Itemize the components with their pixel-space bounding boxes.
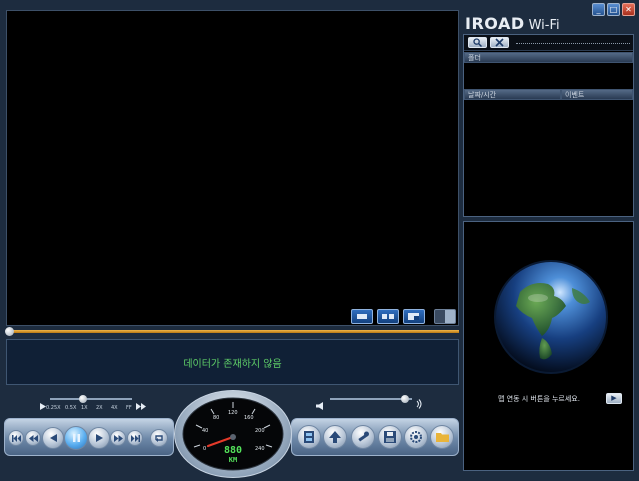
needle-hub: [230, 434, 236, 440]
side-panel-toggle-button[interactable]: [434, 309, 456, 324]
rewind-icon: [28, 434, 38, 442]
pause-icon: [72, 434, 80, 442]
gauge-tick-40: 40: [202, 428, 208, 434]
next-file-button[interactable]: [110, 430, 126, 446]
event-column-header[interactable]: 이벤트: [561, 89, 633, 100]
gauge-tick-200: 200: [255, 428, 265, 434]
folder-column-header[interactable]: 폴더: [464, 52, 633, 63]
map-link-button[interactable]: ▶: [606, 393, 622, 404]
speedometer: 0 40 80 120 160 200 240 880 KM: [182, 397, 284, 471]
film-icon: [304, 431, 314, 443]
file-list-panel: 폴더 날짜/시간 이벤트: [463, 34, 634, 217]
speed-label-1: 1X: [81, 405, 88, 411]
reverse-play-icon: [49, 434, 57, 442]
progress-bar[interactable]: [8, 330, 459, 333]
earth-globe-icon: [494, 260, 608, 374]
gauge-tick-120: 120: [228, 410, 238, 416]
upload-icon: [329, 431, 341, 443]
reverse-play-button[interactable]: [42, 427, 64, 449]
speed-label-05: 0.5X: [65, 405, 77, 411]
magnifier-icon: [473, 38, 483, 48]
fast-forward-icon: [136, 395, 146, 410]
pause-button[interactable]: [64, 426, 88, 450]
settings-tool-button[interactable]: [351, 425, 375, 449]
brand-name: IROAD: [465, 14, 525, 33]
video-file-button[interactable]: [297, 425, 321, 449]
wrench-icon: [358, 431, 369, 442]
first-file-button[interactable]: [8, 430, 24, 446]
cross-tools-icon: [495, 38, 504, 47]
video-display[interactable]: [6, 10, 459, 326]
gear-icon: [410, 431, 422, 443]
floppy-disk-icon: [384, 431, 396, 443]
repeat-icon: [155, 435, 163, 442]
single-view-button[interactable]: [351, 309, 373, 324]
speed-readout: 880: [224, 445, 242, 456]
minimize-button[interactable]: _: [592, 3, 605, 16]
skip-first-icon: [11, 434, 21, 442]
upgrade-button[interactable]: [323, 425, 347, 449]
save-button[interactable]: [378, 425, 402, 449]
previous-file-button[interactable]: [25, 430, 41, 446]
last-file-button[interactable]: [127, 430, 143, 446]
folder-icon: [435, 433, 449, 442]
gauge-tick-240: 240: [255, 446, 265, 452]
speed-slider[interactable]: [50, 398, 132, 400]
speed-label-ff: FF: [126, 405, 132, 411]
volume-max-icon: [415, 394, 423, 409]
skip-last-icon: [130, 434, 140, 442]
gauge-tick-0: 0: [203, 446, 206, 452]
speed-label-025: 0.25X: [46, 405, 61, 411]
play-speed-icon: [40, 395, 46, 410]
message-box: 데이터가 존재하지 않음: [6, 339, 459, 385]
gauge-tick-160: 160: [244, 415, 254, 421]
repeat-button[interactable]: [150, 429, 168, 447]
toolbar-divider: [516, 43, 630, 44]
datetime-column-header[interactable]: 날짜/시간: [464, 89, 561, 100]
gauge-tick-80: 80: [213, 415, 219, 421]
open-folder-button[interactable]: [430, 425, 454, 449]
speed-slider-thumb[interactable]: [79, 395, 87, 403]
volume-slider[interactable]: [330, 398, 412, 400]
play-button[interactable]: [88, 427, 110, 449]
play-icon: [95, 434, 103, 442]
speed-label-4: 4X: [111, 405, 118, 411]
app-logo: IROAD Wi-Fi: [465, 14, 560, 33]
speed-label-2: 2X: [96, 405, 103, 411]
brand-suffix: Wi-Fi: [528, 18, 560, 33]
map-panel: 맵 연동 시 버튼을 누르세요. ▶: [463, 221, 634, 471]
progress-thumb[interactable]: [5, 327, 14, 336]
speed-unit: KM: [229, 456, 237, 464]
volume-slider-thumb[interactable]: [401, 395, 409, 403]
no-data-message: 데이터가 존재하지 않음: [183, 358, 282, 370]
search-button[interactable]: [468, 37, 487, 48]
maximize-button[interactable]: □: [607, 3, 620, 16]
map-link-hint: 맵 연동 시 버튼을 누르세요.: [498, 395, 580, 403]
dual-view-button[interactable]: [377, 309, 399, 324]
close-button[interactable]: ✕: [622, 3, 635, 16]
config-button[interactable]: [404, 425, 428, 449]
volume-icon: [316, 395, 325, 410]
forward-icon: [113, 434, 123, 442]
pip-view-button[interactable]: [403, 309, 425, 324]
file-toolbar: [464, 35, 633, 51]
tools-button[interactable]: [490, 37, 509, 48]
